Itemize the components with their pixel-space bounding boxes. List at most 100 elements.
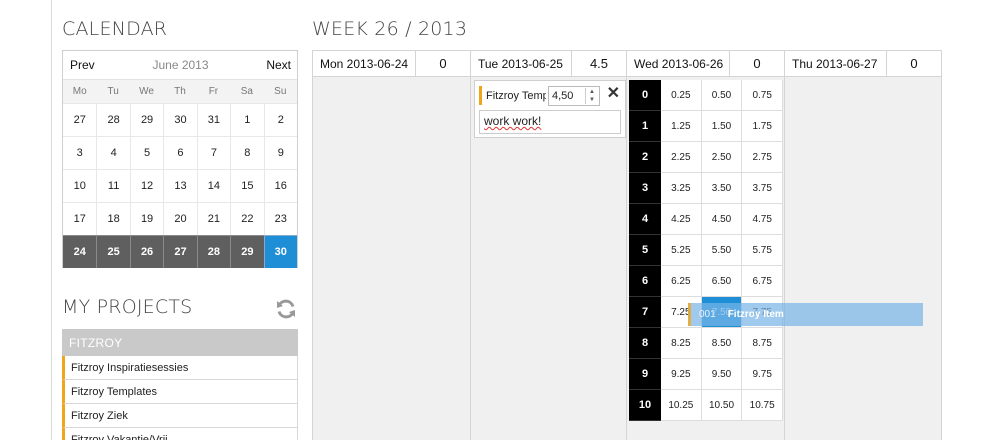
calendar-day[interactable]: 11 [96, 169, 130, 202]
calendar-day[interactable]: 12 [129, 169, 164, 202]
calendar-day[interactable]: 23 [263, 202, 297, 235]
calendar-day[interactable]: 7 [196, 136, 231, 169]
calendar-day[interactable]: 26 [129, 235, 164, 268]
hour-button[interactable]: 8 [629, 328, 661, 359]
hour-button[interactable]: 10 [629, 390, 661, 421]
hour-button[interactable]: 9 [629, 359, 661, 390]
next-month-button[interactable]: Next [266, 58, 291, 72]
quarter-hour-option[interactable]: 10.75 [742, 390, 784, 421]
day-date: Wed 2013-06-26 [627, 51, 730, 76]
calendar-day[interactable]: 18 [96, 202, 130, 235]
close-icon[interactable]: ✕ [607, 86, 620, 102]
project-item[interactable]: Fitzroy Inspiratiesessies [62, 356, 298, 380]
quarter-hour-option[interactable]: 9.50 [701, 359, 743, 390]
quarter-hour-option[interactable]: 8.75 [742, 328, 784, 359]
project-group-header[interactable]: FITZROY [62, 329, 298, 356]
day-column[interactable]: Thu 2013-06-27 0 [785, 50, 942, 440]
quarter-hour-option[interactable]: 2.75 [742, 142, 784, 173]
calendar-day[interactable]: 30 [163, 103, 197, 136]
project-item[interactable]: Fitzroy Templates [62, 380, 298, 404]
hour-button[interactable]: 7 [629, 297, 661, 328]
quarter-hour-option[interactable]: 5.25 [661, 235, 702, 266]
quarter-hour-option[interactable]: 6.25 [661, 266, 702, 297]
hour-button[interactable]: 3 [629, 173, 661, 204]
day-column[interactable]: Wed 2013-06-26 0 0 0.25 0.50 0.75 1 1.25 1.50 1.7… [627, 50, 785, 440]
quarter-hour-option[interactable]: 8.25 [661, 328, 702, 359]
quarter-hour-option[interactable]: 6.75 [742, 266, 784, 297]
calendar-day[interactable]: 3 [63, 136, 97, 169]
hour-button[interactable]: 5 [629, 235, 661, 266]
calendar-day[interactable]: 28 [196, 235, 231, 268]
calendar-day[interactable]: 31 [196, 103, 231, 136]
calendar-day[interactable]: 21 [196, 202, 231, 235]
quarter-hour-option[interactable]: 2.50 [701, 142, 743, 173]
calendar-day[interactable]: 19 [129, 202, 164, 235]
quarter-hour-option[interactable]: 9.75 [742, 359, 784, 390]
quarter-hour-option[interactable]: 4.25 [661, 204, 702, 235]
stepper-down-icon[interactable]: ▼ [586, 96, 598, 104]
quarter-hour-option[interactable]: 5.50 [701, 235, 743, 266]
quarter-hour-option[interactable]: 1.50 [701, 111, 743, 142]
refresh-icon[interactable] [274, 297, 298, 321]
hour-button[interactable]: 1 [629, 111, 661, 142]
hours-stepper[interactable]: ▲ ▼ [585, 87, 598, 104]
quarter-hour-option[interactable]: 1.25 [661, 111, 702, 142]
quarter-hour-option[interactable]: 1.75 [742, 111, 784, 142]
hour-button[interactable]: 4 [629, 204, 661, 235]
hour-button[interactable]: 6 [629, 266, 661, 297]
calendar-day[interactable]: 30 [263, 235, 297, 268]
quarter-hour-option[interactable]: 0.50 [701, 80, 743, 111]
hour-button[interactable]: 0 [629, 80, 661, 111]
quarter-hour-option[interactable]: 0.25 [661, 80, 702, 111]
calendar-day[interactable]: 9 [263, 136, 297, 169]
time-entry-card[interactable]: Fitzroy Templates 4,50 ▲▼ ✕ work work! [474, 80, 626, 138]
drag-item-label: Fitzroy Item [727, 309, 784, 320]
calendar-day[interactable]: 16 [263, 169, 297, 202]
project-item[interactable]: Fitzroy Vakantie/Vrij [62, 428, 298, 440]
quarter-hour-option[interactable]: 6.50 [701, 266, 743, 297]
calendar-day[interactable]: 5 [129, 136, 164, 169]
quarter-hour-option[interactable]: 4.50 [701, 204, 743, 235]
entry-note-input[interactable]: work work! [479, 110, 621, 134]
quarter-hour-option[interactable]: 2.25 [661, 142, 702, 173]
calendar-day[interactable]: 10 [63, 169, 97, 202]
weekday-header: Tu [96, 79, 130, 103]
calendar-day[interactable]: 8 [230, 136, 264, 169]
calendar-day[interactable]: 28 [96, 103, 130, 136]
calendar-day[interactable]: 27 [163, 235, 197, 268]
calendar-day[interactable]: 1 [230, 103, 264, 136]
quarter-hour-option[interactable]: 8.50 [701, 328, 743, 359]
weekday-header: Mo [63, 79, 97, 103]
quarter-hour-option[interactable]: 5.75 [742, 235, 784, 266]
calendar-day[interactable]: 20 [163, 202, 197, 235]
quarter-hour-option[interactable]: 9.25 [661, 359, 702, 390]
calendar-day[interactable]: 6 [163, 136, 197, 169]
calendar-day[interactable]: 29 [230, 235, 264, 268]
calendar-day[interactable]: 14 [196, 169, 231, 202]
hours-input[interactable]: 4,50 ▲ ▼ [548, 85, 600, 106]
calendar-day[interactable]: 22 [230, 202, 264, 235]
quarter-hour-option[interactable]: 3.25 [661, 173, 702, 204]
calendar-day[interactable]: 13 [163, 169, 197, 202]
calendar-day[interactable]: 27 [63, 103, 97, 136]
day-column[interactable]: Mon 2013-06-24 0 [313, 50, 471, 440]
calendar-day[interactable]: 15 [230, 169, 264, 202]
quarter-hour-option[interactable]: 3.50 [701, 173, 743, 204]
dragged-project-item[interactable]: 001 Fitzroy Item [688, 303, 923, 326]
stepper-up-icon[interactable]: ▲ [586, 88, 598, 96]
day-column[interactable]: Tue 2013-06-25 4.5 Fitzroy Templates 4,50 ▲▼… [471, 50, 627, 440]
prev-month-button[interactable]: Prev [70, 58, 95, 72]
quarter-hour-option[interactable]: 0.75 [742, 80, 784, 111]
quarter-hour-option[interactable]: 10.50 [701, 390, 743, 421]
quarter-hour-option[interactable]: 3.75 [742, 173, 784, 204]
calendar-day[interactable]: 29 [129, 103, 164, 136]
quarter-hour-option[interactable]: 4.75 [742, 204, 784, 235]
calendar-day[interactable]: 17 [63, 202, 97, 235]
hour-button[interactable]: 2 [629, 142, 661, 173]
calendar-day[interactable]: 24 [63, 235, 97, 268]
project-item[interactable]: Fitzroy Ziek [62, 404, 298, 428]
calendar-day[interactable]: 4 [96, 136, 130, 169]
calendar-day[interactable]: 25 [96, 235, 130, 268]
quarter-hour-option[interactable]: 10.25 [661, 390, 702, 421]
calendar-day[interactable]: 2 [263, 103, 297, 136]
